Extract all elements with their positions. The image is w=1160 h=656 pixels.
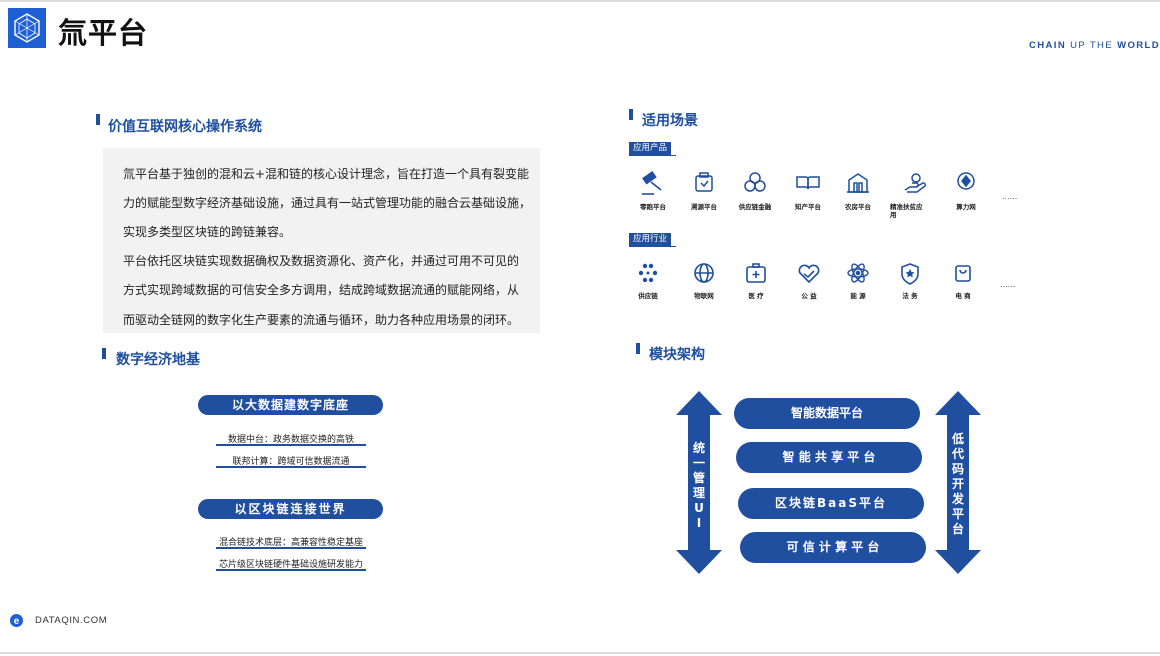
arrow-char: 开 — [951, 477, 964, 491]
globe-icon — [689, 258, 719, 288]
right-arrow-label: 低 代 码 开 发 平 台 — [948, 432, 968, 537]
industry-label: 电 商 — [955, 292, 971, 300]
intro-line: 力的赋能型数字经济基础设施，通过具有一站式管理功能的融合云基础设施， — [123, 196, 532, 210]
pill-big-data: 以大数据建数字底座 — [198, 395, 383, 415]
product-label: 零跑平台 — [640, 203, 666, 211]
tagline: CHAIN UP THE WORLD — [1029, 40, 1160, 51]
section-marker — [102, 348, 106, 359]
brand-title: 氚平台 — [58, 16, 149, 50]
arrow-char: 统 — [692, 441, 705, 455]
arrow-char: I — [696, 516, 702, 530]
section-scenes-title: 适用场景 — [642, 113, 698, 129]
arrow-char: 管 — [692, 471, 705, 485]
arrow-char: 代 — [951, 447, 964, 461]
industry-label: 供应链 — [638, 292, 658, 300]
arrow-char: 低 — [951, 432, 964, 446]
product-label: 知产平台 — [795, 203, 821, 211]
tagline-part3: WORLD — [1117, 40, 1160, 51]
tag-underline — [629, 155, 676, 156]
industry-label: 公 益 — [801, 292, 817, 300]
section-marker — [96, 114, 100, 125]
industry-label: 能 源 — [850, 292, 866, 300]
product-label: 农房平台 — [845, 203, 871, 211]
intro-line: 而驱动全链网的数字化生产要素的流通与循环，助力各种应用场景的闭环。 — [123, 313, 520, 327]
left-arrow-label: 统 一 管 理 U I — [689, 441, 709, 531]
product-label: 供应链金融 — [738, 203, 772, 211]
top-divider — [0, 0, 1160, 2]
shield-star-icon — [895, 259, 925, 289]
item-underline — [216, 466, 366, 468]
arrow-char: 平 — [951, 507, 964, 521]
section-base-title: 数字经济地基 — [116, 352, 200, 368]
bottom-divider — [0, 652, 1160, 654]
heart-hands-icon — [794, 258, 824, 288]
farmhouse-icon — [843, 168, 873, 198]
intro-line: 方式实现跨域数据的可信安全多方调用，结成跨域数据流通的赋能网络，从 — [123, 283, 520, 297]
arrow-char: 理 — [692, 486, 705, 500]
industry-label: 物联网 — [694, 292, 714, 300]
medical-kit-icon — [741, 258, 771, 288]
intro-line: 平台依托区块链实现数据确权及数据资源化、资产化，并通过可用不可见的 — [123, 254, 520, 268]
products-tag: 应用产品 — [629, 142, 672, 155]
more-products: ...... — [1002, 192, 1018, 201]
module-smart-share: 智 能 共 享 平 台 — [736, 442, 922, 473]
svg-text:e: e — [14, 616, 20, 627]
atom-icon — [843, 258, 873, 288]
gavel-icon — [638, 168, 668, 198]
section-marker — [636, 343, 640, 354]
tagline-part2: UP THE — [1070, 40, 1114, 51]
coins-icon — [740, 168, 770, 198]
product-label: 算力网 — [956, 203, 976, 211]
tag-underline — [629, 246, 676, 247]
product-label: 溯源平台 — [691, 203, 717, 211]
item-underline — [216, 569, 366, 571]
section-os-title: 价值互联网核心操作系统 — [108, 119, 262, 135]
trace-box-icon — [689, 168, 719, 198]
helping-hand-icon — [900, 168, 930, 198]
industry-label: 医 疗 — [748, 292, 764, 300]
item-underline — [216, 547, 366, 549]
industries-tag: 应用行业 — [629, 233, 672, 246]
intro-line: 氚平台基于独创的混和云+混和链的核心设计理念，旨在打造一个具有裂变能 — [123, 167, 530, 181]
arrow-char: 码 — [951, 462, 964, 476]
section-marker — [629, 109, 633, 120]
product-label: 精准扶贫应用 — [890, 203, 923, 219]
module-trusted-compute: 可 信 计 算 平 台 — [740, 532, 926, 563]
nodes-icon — [633, 258, 663, 288]
footer-site: DATAQIN.COM — [35, 615, 108, 626]
arrow-char: 一 — [692, 456, 705, 470]
open-book-icon — [793, 168, 823, 198]
intro-line: 实现多类型区块链的跨链兼容。 — [123, 225, 292, 239]
module-blockchain-baas: 区块链BaaS平台 — [738, 488, 924, 519]
hex-network-icon — [8, 8, 46, 48]
industry-label: 法 务 — [902, 292, 918, 300]
module-smart-data: 智能数据平台 — [734, 398, 920, 429]
compute-chip-icon — [951, 166, 981, 196]
tagline-part1: CHAIN — [1029, 40, 1067, 51]
pill-blockchain: 以区块链连接世界 — [198, 499, 383, 519]
item-underline — [216, 444, 366, 446]
arrow-char: 发 — [951, 492, 964, 506]
e-logo-icon: e — [9, 613, 24, 628]
arrow-char: 台 — [951, 522, 964, 536]
shopping-bag-icon — [948, 258, 978, 288]
section-modules-title: 模块架构 — [649, 347, 705, 363]
arrow-char: U — [694, 501, 704, 515]
more-industries: ...... — [1000, 280, 1016, 289]
